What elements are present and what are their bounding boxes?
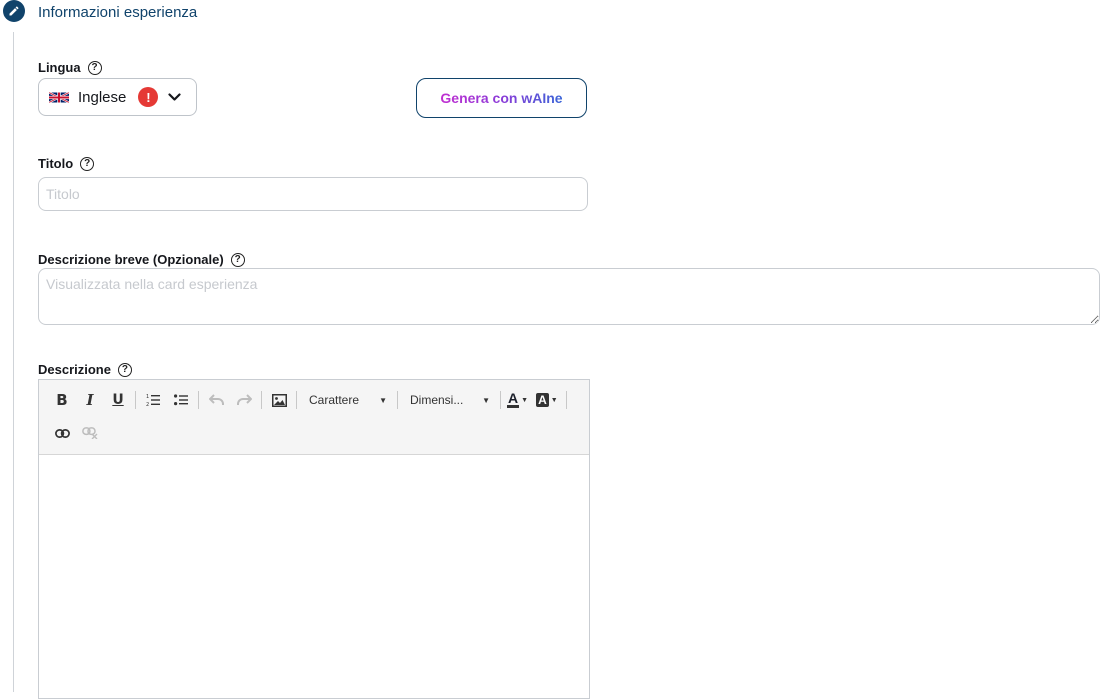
- background-color-button[interactable]: A ▼: [536, 393, 558, 407]
- short-description-help-icon[interactable]: ?: [230, 252, 245, 267]
- title-input[interactable]: [38, 177, 588, 211]
- generate-with-waine-button[interactable]: Genera con wAIne: [416, 78, 587, 118]
- redo-icon[interactable]: [233, 389, 255, 411]
- insert-image-icon[interactable]: [268, 389, 290, 411]
- svg-text:2: 2: [146, 402, 149, 407]
- pencil-icon: [3, 0, 25, 22]
- caret-down-icon: ▼: [550, 396, 558, 404]
- short-description-label: Descrizione breve (Opzionale) ?: [38, 252, 245, 267]
- section-title: Informazioni esperienza: [38, 4, 198, 21]
- undo-icon[interactable]: [205, 389, 227, 411]
- title-help-icon[interactable]: ?: [80, 156, 95, 171]
- caret-down-icon: ▼: [482, 395, 490, 405]
- unlink-icon[interactable]: [79, 422, 101, 444]
- language-select[interactable]: Inglese !: [38, 78, 197, 116]
- language-help-icon[interactable]: ?: [87, 60, 102, 75]
- toolbar-divider: [565, 391, 567, 409]
- chevron-down-icon: [168, 89, 181, 105]
- font-color-icon: A: [507, 390, 520, 408]
- link-icon[interactable]: [51, 422, 73, 444]
- short-description-textarea[interactable]: [38, 268, 1100, 325]
- title-label: Titolo ?: [38, 156, 95, 171]
- generate-with-waine-label: Genera con wAIne: [440, 90, 563, 106]
- toolbar-divider: [296, 391, 297, 409]
- toolbar-divider: [198, 391, 199, 409]
- section-timeline-line: [13, 32, 14, 692]
- ordered-list-icon[interactable]: 12: [142, 389, 164, 411]
- background-color-icon: A: [536, 393, 549, 407]
- description-content-area[interactable]: [39, 455, 589, 698]
- caret-down-icon: ▼: [379, 395, 387, 405]
- font-size-dropdown[interactable]: Dimensi... ▼: [404, 389, 494, 411]
- toolbar-divider: [135, 391, 136, 409]
- toolbar-divider: [397, 391, 398, 409]
- missing-translation-alert-icon: !: [138, 87, 159, 107]
- description-rich-text-editor: B I U 12 Carattere ▼ Dimensi... ▼ A ▼ A …: [38, 379, 590, 699]
- italic-button[interactable]: I: [79, 389, 101, 411]
- language-label: Lingua ?: [38, 60, 102, 75]
- font-color-button[interactable]: A ▼: [507, 390, 529, 408]
- underline-button[interactable]: U: [107, 389, 129, 411]
- description-help-icon[interactable]: ?: [117, 362, 132, 377]
- language-selected-value: Inglese: [78, 88, 127, 106]
- description-label: Descrizione ?: [38, 362, 132, 377]
- svg-text:1: 1: [146, 394, 149, 400]
- unordered-list-icon[interactable]: [170, 389, 192, 411]
- toolbar-divider: [261, 391, 262, 409]
- bold-button[interactable]: B: [51, 389, 73, 411]
- font-family-dropdown[interactable]: Carattere ▼: [303, 389, 391, 411]
- editor-toolbar: B I U 12 Carattere ▼ Dimensi... ▼ A ▼ A …: [39, 380, 589, 455]
- uk-flag-icon: [49, 92, 69, 102]
- toolbar-divider: [500, 391, 501, 409]
- caret-down-icon: ▼: [521, 396, 529, 404]
